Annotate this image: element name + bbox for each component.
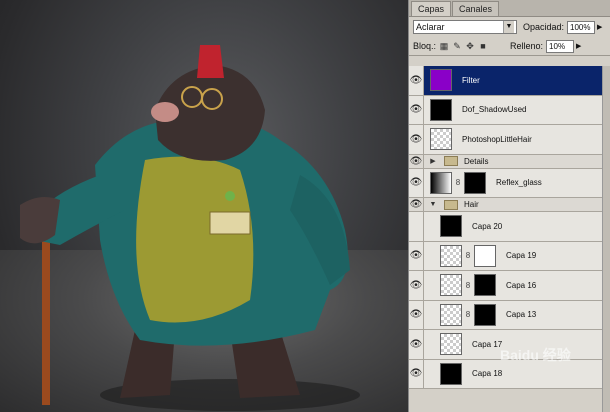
lock-position-icon[interactable]: ✥ xyxy=(465,41,475,51)
layer-thumbnail xyxy=(430,69,452,92)
chain-link-icon[interactable]: 8 xyxy=(454,178,462,187)
eye-icon[interactable]: 👁 xyxy=(409,330,424,359)
layer-thumbnail xyxy=(440,244,462,267)
eye-icon[interactable]: 👁 xyxy=(409,95,424,124)
layer-thumbnail xyxy=(430,171,452,194)
lock-all-icon[interactable]: ■ xyxy=(478,41,488,51)
layer-mask-thumbnail[interactable] xyxy=(474,244,496,267)
layer-mask-thumbnail[interactable] xyxy=(464,171,486,194)
layer-thumbnail xyxy=(440,215,462,238)
layer-reflex-glass[interactable]: 👁 8 Reflex_glass xyxy=(409,168,605,198)
layer-name: Capa 19 xyxy=(506,251,537,261)
layer-name: Details xyxy=(464,156,489,166)
layer-name: Capa 18 xyxy=(472,369,503,379)
folder-icon xyxy=(444,156,458,166)
eye-icon[interactable]: 👁 xyxy=(409,198,424,211)
layers-list: 👁 Filter 👁 Dof_ShadowUsed 👁 PhotoshopLit… xyxy=(409,66,605,389)
layer-filter[interactable]: 👁 Filter xyxy=(409,66,605,96)
layer-name: PhotoshopLittleHair xyxy=(462,134,532,144)
lock-transparency-icon[interactable]: ▦ xyxy=(439,41,449,51)
blend-row: Aclarar ▼ Opacidad: 100% ▶ xyxy=(409,17,610,37)
layer-thumbnail xyxy=(440,303,462,326)
eye-icon[interactable]: 👁 xyxy=(409,168,424,197)
watermark: Baidu 经验 xyxy=(500,347,571,363)
fill-input[interactable]: 10% xyxy=(546,39,575,53)
lock-row: Bloq.: ▦ ✎ ✥ ■ Relleno: 10% ▶ xyxy=(409,37,610,56)
layer-thumbnail xyxy=(440,274,462,297)
eye-icon[interactable]: 👁 xyxy=(409,66,424,95)
expanded-triangle-icon[interactable]: ▼ xyxy=(428,201,438,208)
tab-canales[interactable]: Canales xyxy=(452,1,500,16)
chain-link-icon[interactable]: 8 xyxy=(464,251,472,260)
lock-label: Bloq.: xyxy=(413,41,437,51)
chain-link-icon[interactable]: 8 xyxy=(464,281,472,290)
eye-icon[interactable]: 👁 xyxy=(409,241,424,270)
canvas-area[interactable] xyxy=(0,0,408,412)
lock-paint-icon[interactable]: ✎ xyxy=(452,41,462,51)
layer-thumbnail xyxy=(430,128,452,151)
layer-name: Reflex_glass xyxy=(496,178,542,188)
folder-icon xyxy=(444,199,458,210)
layer-capa-13[interactable]: 👁 8 Capa 13 xyxy=(409,300,605,330)
tab-capas[interactable]: Capas xyxy=(411,1,452,16)
layer-name: Filter xyxy=(462,75,480,85)
layer-thumbnail xyxy=(430,98,452,121)
layer-group-hair[interactable]: 👁 ▼ Hair xyxy=(409,198,605,212)
eye-icon[interactable] xyxy=(409,212,424,241)
opacity-input[interactable]: 100% xyxy=(567,20,596,34)
eye-icon[interactable]: 👁 xyxy=(409,154,424,168)
eye-icon[interactable]: 👁 xyxy=(409,300,424,329)
layer-dof-shadowused[interactable]: 👁 Dof_ShadowUsed xyxy=(409,95,605,125)
layer-capa-16[interactable]: 👁 8 Capa 16 xyxy=(409,271,605,301)
panel-tabs: Capas Canales xyxy=(409,0,610,17)
layer-name: Capa 20 xyxy=(472,221,503,231)
layer-name: Dof_ShadowUsed xyxy=(462,105,527,115)
layer-mask-thumbnail[interactable] xyxy=(474,274,496,297)
layer-name: Capa 17 xyxy=(472,339,503,349)
layer-name: Capa 13 xyxy=(506,310,537,320)
chevron-down-icon: ▼ xyxy=(503,21,514,33)
layer-mask-thumbnail[interactable] xyxy=(474,303,496,326)
layer-name: Hair xyxy=(464,200,479,209)
eye-icon[interactable]: 👁 xyxy=(409,125,424,154)
layer-capa-20[interactable]: Capa 20 xyxy=(409,212,605,242)
eye-icon[interactable]: 👁 xyxy=(409,359,424,388)
chain-link-icon[interactable]: 8 xyxy=(464,310,472,319)
layer-thumbnail xyxy=(440,333,462,356)
fill-arrow-icon[interactable]: ▶ xyxy=(576,42,581,50)
opacity-arrow-icon[interactable]: ▶ xyxy=(597,23,602,31)
blend-mode-value: Aclarar xyxy=(416,22,445,32)
layer-group-details[interactable]: 👁 ▶ Details xyxy=(409,154,605,169)
blend-mode-select[interactable]: Aclarar ▼ xyxy=(413,20,517,34)
layers-scrollbar[interactable] xyxy=(602,66,610,412)
eye-icon[interactable]: 👁 xyxy=(409,271,424,300)
layer-name: Capa 16 xyxy=(506,280,537,290)
layer-capa-19[interactable]: 👁 8 Capa 19 xyxy=(409,241,605,271)
layer-thumbnail xyxy=(440,362,462,385)
layer-photoshoplittlehair[interactable]: 👁 PhotoshopLittleHair xyxy=(409,125,605,155)
fill-label: Relleno: xyxy=(510,41,544,51)
collapsed-triangle-icon[interactable]: ▶ xyxy=(428,157,438,165)
mole-character-artwork xyxy=(20,45,360,411)
opacity-label: Opacidad: xyxy=(523,22,565,32)
